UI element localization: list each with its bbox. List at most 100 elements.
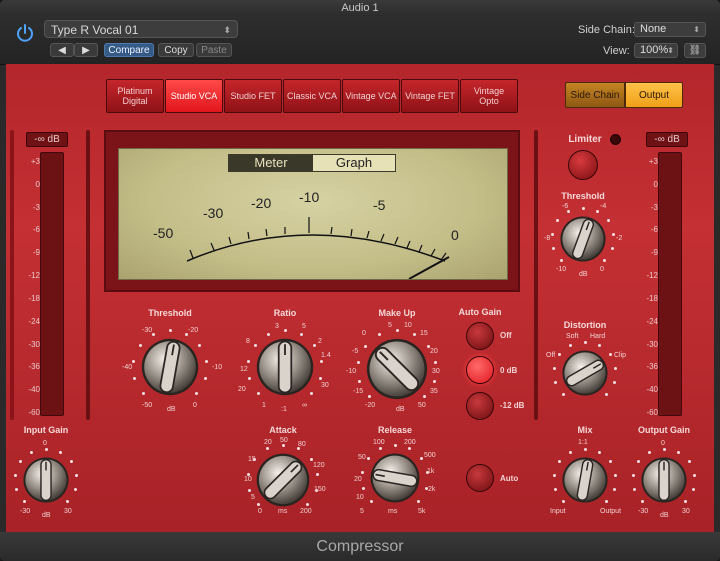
ratio-label: Ratio (273, 308, 297, 318)
knob-tick-label: 5 (360, 508, 364, 515)
release-auto-button[interactable] (466, 464, 494, 492)
meter-scale-label: -24 (646, 316, 658, 326)
divider (10, 130, 14, 420)
knob-scale-dot (395, 328, 399, 332)
updown-chevron-icon: ⬍ (693, 25, 700, 34)
model-button-studio-fet[interactable]: Studio FET (224, 79, 282, 113)
compare-button[interactable]: Compare (104, 43, 154, 57)
model-button-vintage-fet[interactable]: Vintage FET (401, 79, 459, 113)
side-chain-label: Side Chain: (578, 24, 635, 36)
limiter-button[interactable] (568, 150, 598, 180)
output-listen-button[interactable]: Output (625, 82, 683, 108)
knob-tick-label: -5 (352, 348, 359, 355)
meter-scale-label: +3 (648, 157, 658, 166)
mix-knob[interactable] (561, 456, 609, 504)
knob-scale-dot (377, 332, 381, 336)
prev-preset-button[interactable]: ◀ (50, 43, 74, 57)
knob-scale-dot (363, 344, 367, 348)
knob-scale-dot (58, 450, 62, 454)
threshold-knob[interactable] (140, 337, 200, 397)
knob-tick-label: 1k (427, 468, 435, 475)
tab-meter[interactable]: Meter (229, 155, 313, 171)
knob-tick-label: 3 (275, 323, 279, 330)
auto-gain-off-button[interactable] (466, 322, 494, 350)
knob-scale-dot (138, 343, 142, 347)
window-title: Audio 1 (0, 0, 720, 16)
model-button-classic-vca[interactable]: Classic VCA (283, 79, 341, 113)
meter-scale-label: -60 (28, 408, 40, 417)
side-chain-select[interactable]: None ⬍ (634, 22, 706, 37)
auto-gain-minus12db-button[interactable] (466, 392, 494, 420)
plugin-name: Compressor (0, 532, 720, 561)
distortion-knob[interactable] (561, 349, 609, 397)
knob-tick-label: 10 (244, 476, 252, 483)
knob-tick-label: -10 (556, 266, 567, 273)
knob-tick-label: 30 (682, 508, 690, 515)
ratio-knob[interactable] (255, 337, 315, 397)
knob-scale-dot (432, 379, 436, 383)
knob-tick-label: 1:1 (578, 439, 588, 446)
meter-scale-label: -24 (28, 316, 40, 326)
knob-tick-label: 1.4 (321, 352, 331, 359)
auto-gain-0db-button[interactable] (466, 356, 494, 384)
knob-tick-label: Hard (590, 333, 606, 340)
knob-scale-dot (367, 395, 371, 399)
limiter-threshold-knob[interactable] (559, 215, 607, 263)
knob-graphic (256, 338, 314, 396)
tab-graph[interactable]: Graph (313, 155, 395, 171)
knob-graphic (23, 457, 69, 503)
knob-tick-label: -6 (562, 203, 569, 210)
knob-tick-label: ∞ (302, 402, 307, 409)
power-button[interactable] (14, 22, 36, 44)
attack-knob[interactable] (255, 452, 311, 508)
model-button-studio-vca[interactable]: Studio VCA (165, 79, 223, 113)
model-button-vintage-opto[interactable]: Vintage Opto (460, 79, 518, 113)
knob-tick-label: 5 (251, 494, 255, 501)
model-button-vintage-vca[interactable]: Vintage VCA (342, 79, 400, 113)
copy-button[interactable]: Copy (158, 43, 194, 57)
output-gain-label: Output Gain (638, 425, 690, 435)
knob-scale-dot (44, 447, 48, 451)
meter-scale-label: -60 (646, 408, 658, 417)
preset-menu[interactable]: Type R Vocal 01 ⬍ (44, 20, 238, 38)
model-button-platinum-digital[interactable]: Platinum Digital (106, 79, 164, 113)
output-level-meter (658, 152, 682, 416)
knob-tick-label: dB (660, 512, 669, 519)
meter-scale-label: -30 (646, 339, 658, 349)
preset-name: Type R Vocal 01 (51, 23, 139, 37)
knob-scale-dot (205, 359, 209, 363)
knob-tick-label: 80 (298, 441, 306, 448)
auto-gain-0db-label: 0 dB (500, 366, 518, 375)
release-knob[interactable] (369, 452, 421, 504)
side-chain-value: None (640, 23, 667, 35)
knob-tick-label: ms (278, 508, 288, 515)
knob-tick-label: 0 (661, 440, 665, 447)
knob-tick-label: 20 (354, 476, 362, 483)
knob-graphic (370, 453, 420, 503)
knob-tick-label: 200 (300, 508, 312, 515)
makeup-knob[interactable] (365, 337, 429, 401)
auto-gain-label: Auto Gain (458, 307, 502, 317)
view-zoom-select[interactable]: 100% ⬍ (634, 43, 678, 58)
knob-tick-label: :1 (281, 406, 287, 413)
link-button[interactable]: ⛓ (684, 43, 706, 58)
knob-graphic (366, 338, 428, 400)
knob-tick-label: 0 (193, 402, 197, 409)
output-gain-knob[interactable] (640, 456, 688, 504)
knob-tick-label: 15 (248, 456, 256, 463)
paste-button[interactable]: Paste (196, 43, 232, 57)
knob-tick-label: 100 (373, 439, 385, 446)
knob-scale-dot (595, 209, 599, 213)
knob-tick-label: 30 (432, 368, 440, 375)
knob-tick-label: -30 (20, 508, 31, 515)
knob-scale-dot (246, 359, 250, 363)
knob-tick-label: dB (167, 406, 176, 413)
next-preset-button[interactable]: ▶ (74, 43, 98, 57)
meter-scale-label: 0 (653, 179, 658, 189)
input-gain-knob[interactable] (22, 456, 70, 504)
knob-tick-label: 500 (424, 452, 436, 459)
knob-tick-label: 2 (318, 338, 322, 345)
knob-scale-dot (168, 328, 172, 332)
side-chain-listen-button[interactable]: Side Chain (565, 82, 625, 108)
vu-scale-label: 0 (451, 227, 459, 243)
